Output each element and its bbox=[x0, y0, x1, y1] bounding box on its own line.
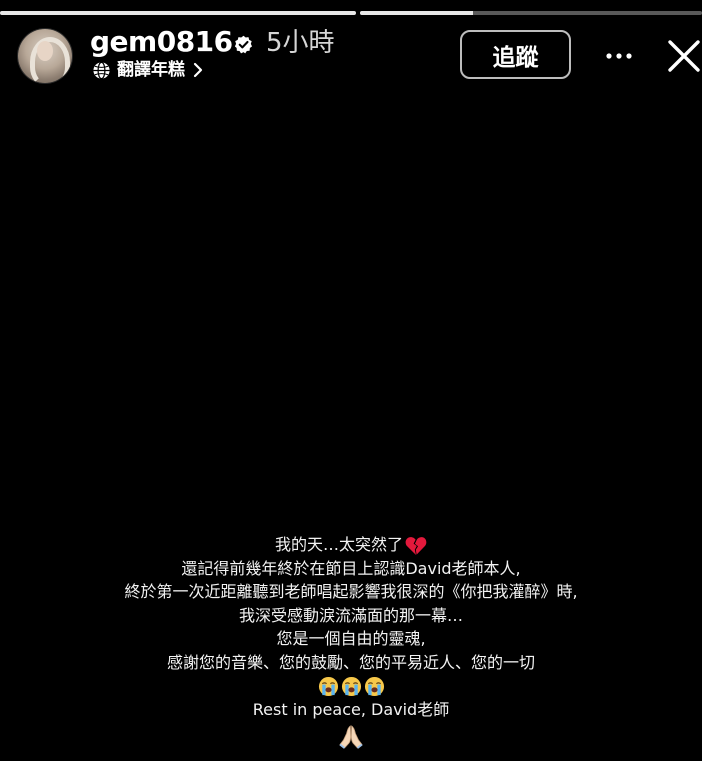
translate-link[interactable]: 翻譯年糕 bbox=[92, 58, 205, 82]
folded-hands-icon bbox=[339, 724, 363, 749]
broken-heart-icon bbox=[405, 536, 427, 555]
caption-emoji-row bbox=[0, 674, 702, 698]
more-dots-icon[interactable] bbox=[603, 44, 635, 68]
progress-fill-1 bbox=[0, 11, 356, 15]
caption-line-4: 我深受感動淚流滿面的那一幕… bbox=[238, 605, 463, 625]
loudly-crying-face-icon bbox=[341, 676, 361, 697]
progress-fill-2 bbox=[360, 11, 473, 15]
loudly-crying-face-icon bbox=[318, 676, 338, 697]
story-progress-bar-2 bbox=[360, 11, 702, 15]
post-time: 5小時 bbox=[266, 28, 335, 58]
chevron-right-icon bbox=[193, 62, 203, 78]
username[interactable]: gem0816 bbox=[90, 24, 233, 60]
avatar[interactable] bbox=[18, 29, 72, 83]
caption-line-1: 我的天…太突然了 bbox=[0, 533, 702, 557]
loudly-crying-face-icon bbox=[364, 676, 384, 697]
caption-line-2: 還記得前幾年終於在節目上認識David老師本人, bbox=[181, 558, 521, 578]
caption-line-6: 感謝您的音樂、您的鼓勵、您的平易近人、您的一切 bbox=[166, 652, 535, 672]
close-icon[interactable] bbox=[666, 38, 702, 74]
story-progress-bar-1 bbox=[0, 11, 356, 15]
globe-icon bbox=[93, 61, 110, 79]
caption-line-5: 您是一個自由的靈魂, bbox=[276, 629, 426, 648]
story-viewer[interactable]: gem0816 5小時 翻譯年糕 追蹤 我的天…太突然了 還記得前幾年終於在節目… bbox=[0, 0, 702, 761]
caption-pray-row bbox=[0, 722, 702, 754]
caption-line-3: 終於第一次近距離聽到老師唱起影響我很深的《你把我灌醉》時, bbox=[124, 582, 578, 601]
caption-line-7: Rest in peace, David老師 bbox=[252, 700, 450, 719]
caption-text-1: 我的天…太突然了 bbox=[274, 535, 403, 554]
follow-button[interactable]: 追蹤 bbox=[460, 30, 571, 79]
verified-badge-icon bbox=[234, 35, 253, 54]
story-caption: 我的天…太突然了 還記得前幾年終於在節目上認識David老師本人, 終於第一次近… bbox=[0, 533, 702, 754]
translate-label: 翻譯年糕 bbox=[117, 60, 185, 80]
